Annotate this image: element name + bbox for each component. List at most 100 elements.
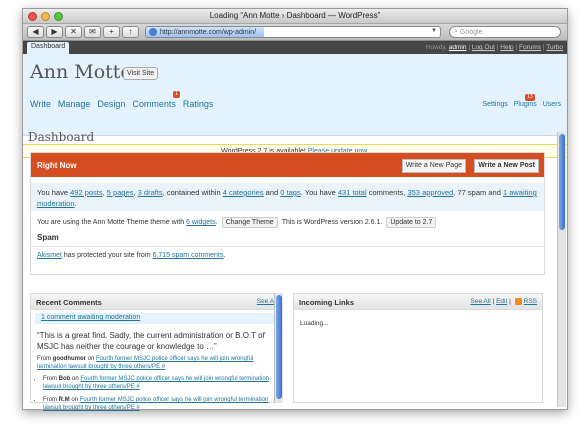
pages-link[interactable]: 5 pages <box>107 188 134 197</box>
incoming-links-title: Incoming Links <box>299 298 355 307</box>
back-button[interactable]: ◀ <box>27 26 44 38</box>
total-comments-link[interactable]: 431 total <box>338 188 367 197</box>
nav-comments[interactable]: Comments 1 <box>132 91 180 109</box>
url-text: http://annmotte.com/wp-admin/ <box>160 28 257 36</box>
sub-nav: Settings Plugins 13 Users <box>482 94 561 108</box>
comment-permalink[interactable]: # <box>160 364 165 370</box>
separator: | <box>492 298 495 306</box>
write-new-page-button[interactable]: Write a New Page <box>401 159 466 173</box>
drafts-link[interactable]: 3 drafts <box>138 188 163 197</box>
from-label: From <box>43 397 59 403</box>
help-link[interactable]: Help <box>500 44 513 51</box>
akismet-info: Akismet has protected your site from 6,7… <box>31 246 544 259</box>
list-item: From Bob on Fourth former MSJC police of… <box>43 375 276 391</box>
widgets-link[interactable]: 6 widgets <box>186 219 216 226</box>
nav-design[interactable]: Design <box>97 99 125 109</box>
awaiting-moderation-link[interactable]: 1 comment awaiting moderation <box>41 314 140 321</box>
stats-text: , 77 spam and <box>453 188 503 197</box>
scrollbar-thumb[interactable] <box>559 134 565 230</box>
nav-users[interactable]: Users <box>543 101 561 108</box>
window-title: Loading “Ann Motte › Dashboard — WordPre… <box>209 11 381 20</box>
stats-text: . You have <box>300 188 338 197</box>
dashboard-tab[interactable]: Dashboard <box>27 42 70 54</box>
categories-link[interactable]: 4 categories <box>223 188 264 197</box>
akismet-link[interactable]: Akismet <box>37 252 62 259</box>
separator: | <box>496 44 499 51</box>
recent-comments-title: Recent Comments <box>36 298 102 307</box>
comment-meta: From goodhumor on Fourth former MSJC pol… <box>31 355 282 371</box>
incoming-links-links: See All | Edit | RSS <box>471 298 537 305</box>
separator: | <box>509 298 511 306</box>
theme-info: You are using the Ann Motte Theme theme … <box>31 211 544 228</box>
tags-link[interactable]: 0 tags <box>280 188 300 197</box>
forward-button[interactable]: ▶ <box>46 26 63 38</box>
main-nav: Write Manage Design Comments 1 Ratings <box>30 91 214 109</box>
posts-link[interactable]: 492 posts <box>70 188 103 197</box>
write-new-post-button[interactable]: Write a New Post <box>474 159 539 173</box>
on-label: on <box>86 356 97 362</box>
change-theme-button[interactable]: Change Theme <box>221 217 278 228</box>
forums-link[interactable]: Forums <box>519 44 541 51</box>
separator: | <box>468 44 471 51</box>
scrollbar-thumb[interactable] <box>276 295 282 399</box>
search-input[interactable]: ⌕ Google <box>449 26 561 38</box>
address-bar[interactable]: http://annmotte.com/wp-admin/ ▼ <box>145 26 441 38</box>
akismet-text: has protected your site from <box>61 252 153 259</box>
comment-quote: “This is a great find. Sadly, the curren… <box>37 331 265 351</box>
from-label: From <box>43 376 59 382</box>
nav-write[interactable]: Write <box>30 99 51 109</box>
right-now-title: Right Now <box>37 161 77 170</box>
incoming-links-header: Incoming Links See All | Edit | RSS <box>294 294 542 310</box>
wp-header: Ann Motte Visit Site Write Manage Design… <box>23 54 567 136</box>
approved-comments-link[interactable]: 353 approved <box>407 188 453 197</box>
nav-comments-label: Comments <box>132 99 176 109</box>
theme-end: . <box>215 219 218 226</box>
nav-manage[interactable]: Manage <box>58 99 91 109</box>
loading-text: Loading... <box>300 320 329 327</box>
search-placeholder: Google <box>459 28 483 36</box>
from-label: From <box>37 356 53 362</box>
mail-button[interactable]: ✉ <box>84 26 101 38</box>
site-title: Ann Motte <box>30 61 132 83</box>
separator: | <box>542 44 545 51</box>
comments-scrollbar[interactable] <box>274 293 283 403</box>
spam-comments-link[interactable]: 6,715 spam comments <box>153 252 224 259</box>
stop-button[interactable]: ✕ <box>65 26 82 38</box>
comment-permalink[interactable]: # <box>135 384 139 390</box>
nav-plugins[interactable]: Plugins 13 <box>513 94 537 108</box>
chevron-down-icon[interactable]: ▼ <box>431 28 437 34</box>
nav-ratings[interactable]: Ratings <box>183 99 214 109</box>
turbo-link[interactable]: Turbo <box>546 44 563 51</box>
nav-plugins-label: Plugins <box>513 101 537 108</box>
comment-permalink[interactable]: # <box>135 405 139 411</box>
spam-heading: Spam <box>37 233 59 242</box>
see-all-links-link[interactable]: See All <box>471 298 491 305</box>
rss-link[interactable]: RSS <box>524 298 537 305</box>
add-bookmark-button[interactable]: + <box>103 26 120 38</box>
version-text: This is WordPress version 2.6.1. <box>281 219 383 226</box>
akismet-end: . <box>223 252 226 259</box>
awaiting-moderation-bar: 1 comment awaiting moderation <box>35 313 278 324</box>
logout-link[interactable]: Log Out <box>472 44 495 51</box>
comment-author: goodhumor <box>52 356 86 362</box>
page-scrollbar[interactable] <box>557 132 566 407</box>
admin-user-link[interactable]: admin <box>449 44 467 51</box>
howdy-text: Howdy, <box>425 44 447 51</box>
on-label: on <box>70 376 81 382</box>
wp-admin-bar: Dashboard Howdy, admin | Log Out | Help … <box>23 41 567 54</box>
theme-text: You are using the Ann Motte Theme theme … <box>37 219 218 226</box>
edit-link[interactable]: Edit <box>496 298 507 305</box>
visit-site-button[interactable]: Visit Site <box>123 67 159 80</box>
right-now-box: Right Now Write a New Page Write a New P… <box>30 152 545 275</box>
rss-icon[interactable] <box>514 298 522 305</box>
update-wordpress-button[interactable]: Update to 2.7 <box>386 217 437 228</box>
on-label: on <box>69 397 80 403</box>
browser-toolbar: ◀ ▶ ✕ ✉ + ↑ http://annmotte.com/wp-admin… <box>23 24 567 41</box>
nav-settings[interactable]: Settings <box>482 101 507 108</box>
user-links: Howdy, admin | Log Out | Help | Forums |… <box>426 44 563 51</box>
home-button[interactable]: ↑ <box>122 26 139 38</box>
stats-text: and <box>263 188 281 197</box>
stats-text: comments, <box>366 188 408 197</box>
separator: | <box>515 44 518 51</box>
comment-author: R.M <box>58 397 70 403</box>
